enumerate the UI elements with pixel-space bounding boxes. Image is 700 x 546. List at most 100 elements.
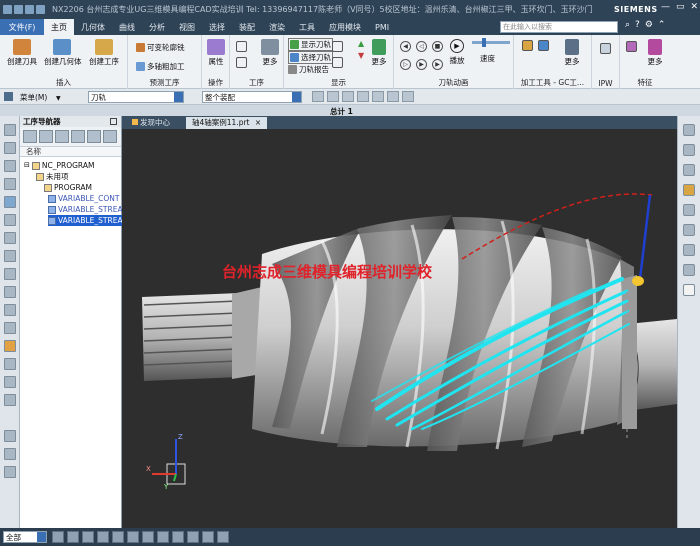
- feature-more-button[interactable]: 更多: [640, 37, 670, 67]
- tab-applications[interactable]: 应用模块: [322, 19, 368, 35]
- history-icon[interactable]: [4, 376, 16, 388]
- menu-dropdown[interactable]: 菜单(M): [20, 92, 47, 103]
- help-icon[interactable]: ?: [635, 20, 640, 30]
- snap-icon[interactable]: [372, 91, 384, 102]
- ipw-icon[interactable]: [600, 43, 611, 54]
- select-icon[interactable]: [97, 531, 109, 543]
- tree-item-nc-program[interactable]: ⊟ NC_PROGRAM: [24, 160, 94, 171]
- constraint-navigator-icon[interactable]: [4, 142, 16, 154]
- fit-icon[interactable]: [683, 244, 695, 256]
- reports-icon[interactable]: [4, 394, 16, 406]
- select-icon[interactable]: [112, 531, 124, 543]
- create-geometry-button[interactable]: 创建几何体: [44, 37, 82, 67]
- multi-axis-rough-button[interactable]: 多轴粗加工: [136, 61, 185, 72]
- roles-icon[interactable]: [4, 268, 16, 280]
- type-filter-select[interactable]: 刀轨: [88, 91, 184, 103]
- display-option-icon[interactable]: [332, 41, 343, 52]
- machining-icon[interactable]: [4, 340, 16, 352]
- tree-item-operation[interactable]: VARIABLE_STREA: [48, 204, 123, 215]
- operation-navigator-icon[interactable]: [4, 196, 16, 208]
- select-icon[interactable]: [157, 531, 169, 543]
- minimize-icon[interactable]: —: [661, 2, 670, 12]
- show-toolpath-button[interactable]: 显示刀轨: [288, 38, 333, 51]
- create-tool-button[interactable]: 创建刀具: [4, 37, 40, 67]
- settings-icon[interactable]: ⚙: [645, 20, 653, 30]
- clock-icon[interactable]: [4, 430, 16, 442]
- speed-slider-thumb[interactable]: [482, 38, 486, 47]
- command-search-input[interactable]: 在此输入以搜索: [500, 21, 618, 33]
- snap-icon[interactable]: [357, 91, 369, 102]
- gc-tool2-icon[interactable]: [538, 40, 549, 51]
- tab-select[interactable]: 选择: [202, 19, 232, 35]
- select-icon[interactable]: [142, 531, 154, 543]
- web-browser-icon[interactable]: [4, 358, 16, 370]
- tab-geometry[interactable]: 几何体: [74, 19, 112, 35]
- name-column-header[interactable]: 名称: [20, 147, 121, 157]
- tools-more-button[interactable]: 更多: [554, 37, 590, 67]
- find-icon[interactable]: [87, 130, 101, 143]
- chevron-down-icon[interactable]: ▼: [56, 95, 61, 102]
- tree-item-operation-selected[interactable]: VARIABLE_STREA: [48, 215, 125, 226]
- part-navigator-icon[interactable]: [4, 160, 16, 172]
- close-tab-icon[interactable]: ×: [255, 118, 261, 127]
- chevron-down-icon[interactable]: [292, 92, 301, 102]
- tree-item-unused[interactable]: 未用项: [36, 171, 69, 182]
- save-icon[interactable]: [3, 4, 12, 14]
- window-icon[interactable]: [36, 4, 45, 14]
- assembly-navigator-icon[interactable]: [4, 124, 16, 136]
- verify-toolpath-icon[interactable]: [236, 57, 247, 68]
- edit-icon[interactable]: [683, 224, 695, 236]
- chevron-down-icon[interactable]: [37, 532, 46, 542]
- display-more-button[interactable]: 更多: [364, 37, 394, 67]
- select-icon[interactable]: [127, 531, 139, 543]
- search-icon[interactable]: ⌕: [625, 20, 630, 30]
- snap-icon[interactable]: [342, 91, 354, 102]
- color-palette-icon[interactable]: [683, 184, 695, 196]
- machine-navigator-icon[interactable]: [4, 214, 16, 226]
- geometry-view-icon[interactable]: [55, 130, 69, 143]
- redo-icon[interactable]: [25, 4, 34, 14]
- expand-icon[interactable]: [103, 130, 117, 143]
- layer-icon[interactable]: [683, 164, 695, 176]
- properties-button[interactable]: 属性: [198, 37, 234, 67]
- feature-icon[interactable]: [626, 41, 637, 52]
- toolpath-report-button[interactable]: 刀轨报告: [288, 64, 329, 75]
- rewind-icon[interactable]: ◀: [400, 41, 411, 52]
- close-icon[interactable]: ✕: [690, 2, 698, 12]
- select-icon[interactable]: [172, 531, 184, 543]
- tab-curve[interactable]: 曲线: [112, 19, 142, 35]
- menu-icon[interactable]: [4, 92, 13, 101]
- machine-view-icon[interactable]: [39, 130, 53, 143]
- tab-analysis[interactable]: 分析: [142, 19, 172, 35]
- history-icon[interactable]: [683, 144, 695, 156]
- tools-icon[interactable]: [4, 448, 16, 460]
- tab-home[interactable]: 主页: [44, 19, 74, 35]
- reuse-library-icon[interactable]: [4, 178, 16, 190]
- collapse-ribbon-icon[interactable]: ⌃: [658, 20, 666, 30]
- tab-part-file[interactable]: 轴4轴案例11.prt ×: [186, 117, 268, 129]
- tab-assembly[interactable]: 装配: [232, 19, 262, 35]
- file-menu-button[interactable]: 文件(F): [0, 19, 44, 35]
- select-icon[interactable]: [187, 531, 199, 543]
- select-icon[interactable]: [217, 531, 229, 543]
- view-icon[interactable]: [683, 264, 695, 276]
- snap-icon[interactable]: [312, 91, 324, 102]
- step-forward-icon[interactable]: ▷: [400, 59, 411, 70]
- pin-icon[interactable]: [110, 118, 117, 125]
- end-icon[interactable]: ▶: [432, 59, 443, 70]
- tab-discovery-center[interactable]: 发现中心: [126, 117, 176, 129]
- snap-icon[interactable]: [402, 91, 414, 102]
- collapse-icon[interactable]: ⊟: [24, 160, 30, 171]
- chevron-down-icon[interactable]: [174, 92, 183, 102]
- history-icon[interactable]: [4, 232, 16, 244]
- select-toolpath-button[interactable]: 选择刀轨: [288, 51, 333, 64]
- tree-item-program[interactable]: PROGRAM: [44, 182, 92, 193]
- tree-item-operation[interactable]: VARIABLE_CONT: [48, 193, 119, 204]
- settings-icon[interactable]: [4, 466, 16, 478]
- quick-access-toolbar[interactable]: [3, 2, 47, 16]
- shading-icon[interactable]: [683, 204, 695, 216]
- snap-icon[interactable]: [327, 91, 339, 102]
- program-view-icon[interactable]: [23, 130, 37, 143]
- snap-icon[interactable]: [387, 91, 399, 102]
- create-operation-button[interactable]: 创建工序: [86, 37, 122, 67]
